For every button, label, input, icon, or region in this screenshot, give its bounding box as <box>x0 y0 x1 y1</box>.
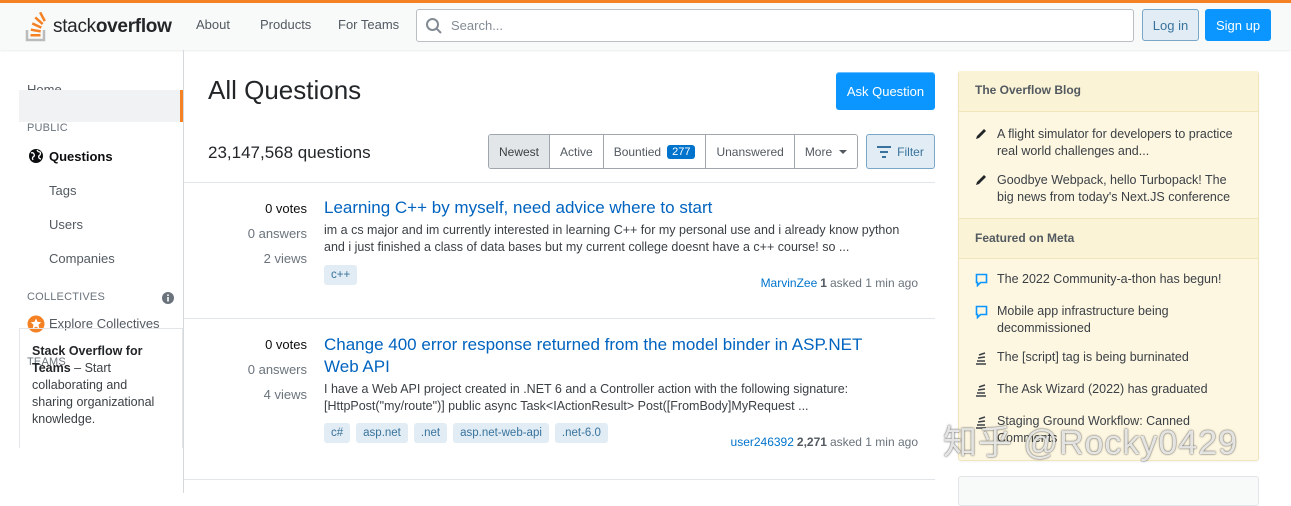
meta-item-link[interactable]: Mobile app infrastructure being decommis… <box>997 303 1245 337</box>
pencil-icon <box>975 126 997 160</box>
question-title-link[interactable]: Learning C++ by myself, need advice wher… <box>324 197 884 219</box>
question-meta: MarvinZee 1 asked 1 min ago <box>761 276 918 290</box>
user-reputation: 1 <box>820 276 827 290</box>
search-input[interactable] <box>451 18 1111 33</box>
signup-button[interactable]: Sign up <box>1205 9 1271 41</box>
bountied-count-badge: 277 <box>667 144 696 159</box>
tag-list: c++ <box>324 265 363 285</box>
question-count: 23,147,568 questions <box>208 143 371 162</box>
sidebar-item-questions[interactable] <box>19 90 183 122</box>
sidebar-item-users[interactable]: Users <box>49 217 83 232</box>
watermark: 知乎 @Rocky0429 <box>943 424 1239 462</box>
tag[interactable]: .net <box>413 423 448 443</box>
answer-count: 0 answers <box>247 226 307 241</box>
sidebar-item-questions-label: Questions <box>49 149 113 164</box>
tag[interactable]: .net-6.0 <box>554 423 608 443</box>
meta-item-link[interactable]: The [script] tag is being burninated <box>997 349 1189 370</box>
view-count: 4 views <box>263 387 307 402</box>
tab-bountied[interactable]: Bountied 277 <box>603 135 707 168</box>
overflow-blog-widget: The Overflow Blog A flight simulator for… <box>958 71 1259 461</box>
tag[interactable]: asp.net-web-api <box>453 423 549 443</box>
meta-item: The Ask Wizard (2022) has graduated <box>975 381 1245 402</box>
meta-item: The 2022 Community-a-thon has begun! <box>975 271 1245 292</box>
search-box <box>416 9 1134 42</box>
sidebar-item-tags[interactable]: Tags <box>49 183 76 198</box>
stack-icon <box>975 381 997 402</box>
question-excerpt: I have a Web API project created in .NET… <box>324 382 849 413</box>
sidebar-item-companies[interactable]: Companies <box>49 251 115 266</box>
blog-item-link[interactable]: Goodbye Webpack, hello Turbopack! The bi… <box>997 172 1245 206</box>
stackoverflow-logo-icon <box>24 11 50 42</box>
teams-promo: Stack Overflow for Teams – Start collabo… <box>19 328 183 448</box>
stack-icon <box>975 349 997 370</box>
blog-heading: The Overflow Blog <box>959 71 1258 112</box>
stackoverflow-logo[interactable]: stackoverflow <box>24 9 172 45</box>
asked-time: asked 1 min ago <box>829 276 918 290</box>
nav-about[interactable]: About <box>196 17 230 32</box>
blog-item: Goodbye Webpack, hello Turbopack! The bi… <box>975 172 1245 206</box>
globe-icon <box>28 148 44 167</box>
info-icon[interactable] <box>162 292 174 307</box>
question-title-link[interactable]: Change 400 error response returned from … <box>324 334 884 378</box>
tag-list: c# asp.net .net asp.net-web-api .net-6.0 <box>324 423 614 443</box>
chat-bubble-icon <box>975 271 997 292</box>
tab-newest[interactable]: Newest <box>489 135 551 168</box>
filter-icon <box>877 145 892 158</box>
top-bar: stackoverflow About Products For Teams L… <box>0 0 1291 50</box>
tab-more[interactable]: More <box>794 135 858 168</box>
user-link[interactable]: MarvinZee <box>761 276 818 290</box>
chevron-down-icon <box>839 149 848 154</box>
answer-count: 0 answers <box>247 362 307 377</box>
filter-button[interactable]: Filter <box>866 134 935 169</box>
meta-item: The [script] tag is being burninated <box>975 349 1245 370</box>
tab-unanswered[interactable]: Unanswered <box>706 135 795 168</box>
chat-bubble-icon <box>975 303 997 337</box>
tag[interactable]: c++ <box>324 265 358 285</box>
ask-question-button[interactable]: Ask Question <box>836 72 935 110</box>
meta-item-link[interactable]: The 2022 Community-a-thon has begun! <box>997 271 1221 292</box>
tab-active[interactable]: Active <box>550 135 604 168</box>
logo-text: stackoverflow <box>53 16 172 37</box>
meta-item: Mobile app infrastructure being decommis… <box>975 303 1245 337</box>
user-link[interactable]: user246392 <box>731 435 794 449</box>
sidebar-heading-collectives: COLLECTIVES <box>27 291 106 303</box>
nav-products[interactable]: Products <box>260 17 311 32</box>
view-count: 2 views <box>263 251 307 266</box>
blog-item: A flight simulator for developers to pra… <box>975 126 1245 160</box>
user-reputation: 2,271 <box>796 435 827 449</box>
question-summary: 0 votes 0 answers 4 views Change 400 err… <box>184 319 935 479</box>
question-excerpt: im a cs major and im currently intereste… <box>324 223 900 254</box>
question-summary: 0 votes 0 answers 2 views Learning C++ b… <box>184 183 935 318</box>
sidebar-heading-public: PUBLIC <box>27 122 68 134</box>
question-meta: user246392 2,271 asked 1 min ago <box>731 435 918 449</box>
pencil-icon <box>975 172 997 206</box>
page-title: All Questions <box>208 75 362 105</box>
meta-item-link[interactable]: The Ask Wizard (2022) has graduated <box>997 381 1208 402</box>
collectives-widget <box>958 476 1259 506</box>
login-button[interactable]: Log in <box>1142 9 1199 41</box>
divider <box>184 479 935 480</box>
vote-count: 0 votes <box>265 201 307 216</box>
search-icon <box>426 17 442 34</box>
sort-tabs: Newest Active Bountied 277 Unanswered Mor… <box>488 134 859 169</box>
tag[interactable]: c# <box>324 423 351 443</box>
meta-heading: Featured on Meta <box>959 218 1258 259</box>
nav-for-teams[interactable]: For Teams <box>338 17 399 32</box>
tag[interactable]: asp.net <box>356 423 408 443</box>
asked-time: asked 1 min ago <box>829 435 918 449</box>
vote-count: 0 votes <box>265 337 307 352</box>
blog-item-link[interactable]: A flight simulator for developers to pra… <box>997 126 1245 160</box>
